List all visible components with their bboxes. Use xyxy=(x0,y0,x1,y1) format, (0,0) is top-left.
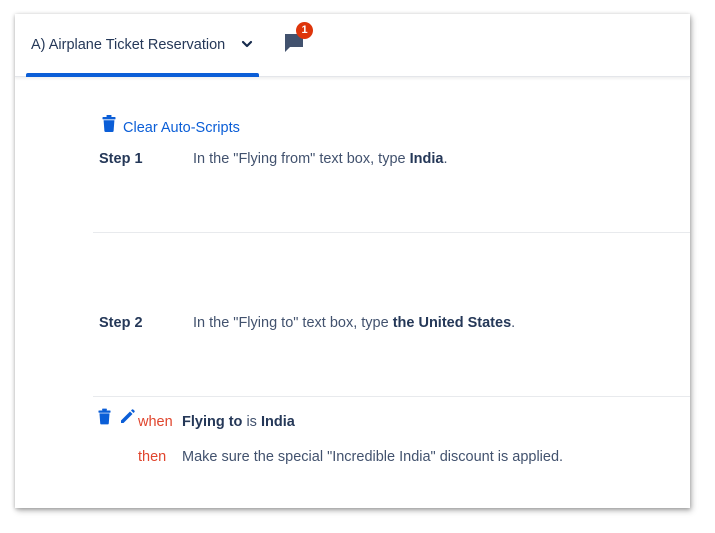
trash-icon xyxy=(102,115,116,132)
comment-count-badge: 1 xyxy=(296,22,313,39)
test-case-panel: A) Airplane Ticket Reservation 1 Clear A… xyxy=(15,14,690,508)
rule-condition: Flying to is India xyxy=(182,414,295,430)
step-instruction: In the "Flying from" text box, type Indi… xyxy=(193,151,448,167)
comments-button[interactable]: 1 xyxy=(281,22,313,58)
step-number: Step 2 xyxy=(99,315,143,331)
then-keyword: then xyxy=(138,449,167,465)
active-tab-indicator xyxy=(26,73,259,77)
when-keyword: when xyxy=(138,414,173,430)
clear-auto-scripts-label: Clear Auto-Scripts xyxy=(123,120,240,136)
pencil-icon[interactable] xyxy=(120,409,135,424)
divider xyxy=(93,232,690,233)
rule-action: Make sure the special "Incredible India"… xyxy=(182,449,564,465)
top-tab-bar: A) Airplane Ticket Reservation 1 xyxy=(15,14,690,77)
step-instruction: In the "Flying to" text box, type the Un… xyxy=(193,315,516,331)
tab-label: A) Airplane Ticket Reservation xyxy=(31,37,226,53)
trash-icon[interactable] xyxy=(98,408,111,425)
divider xyxy=(93,396,690,397)
tab-airplane-ticket-reservation[interactable]: A) Airplane Ticket Reservation xyxy=(26,14,259,77)
step-number: Step 1 xyxy=(99,151,143,167)
chevron-down-icon[interactable] xyxy=(241,38,253,50)
